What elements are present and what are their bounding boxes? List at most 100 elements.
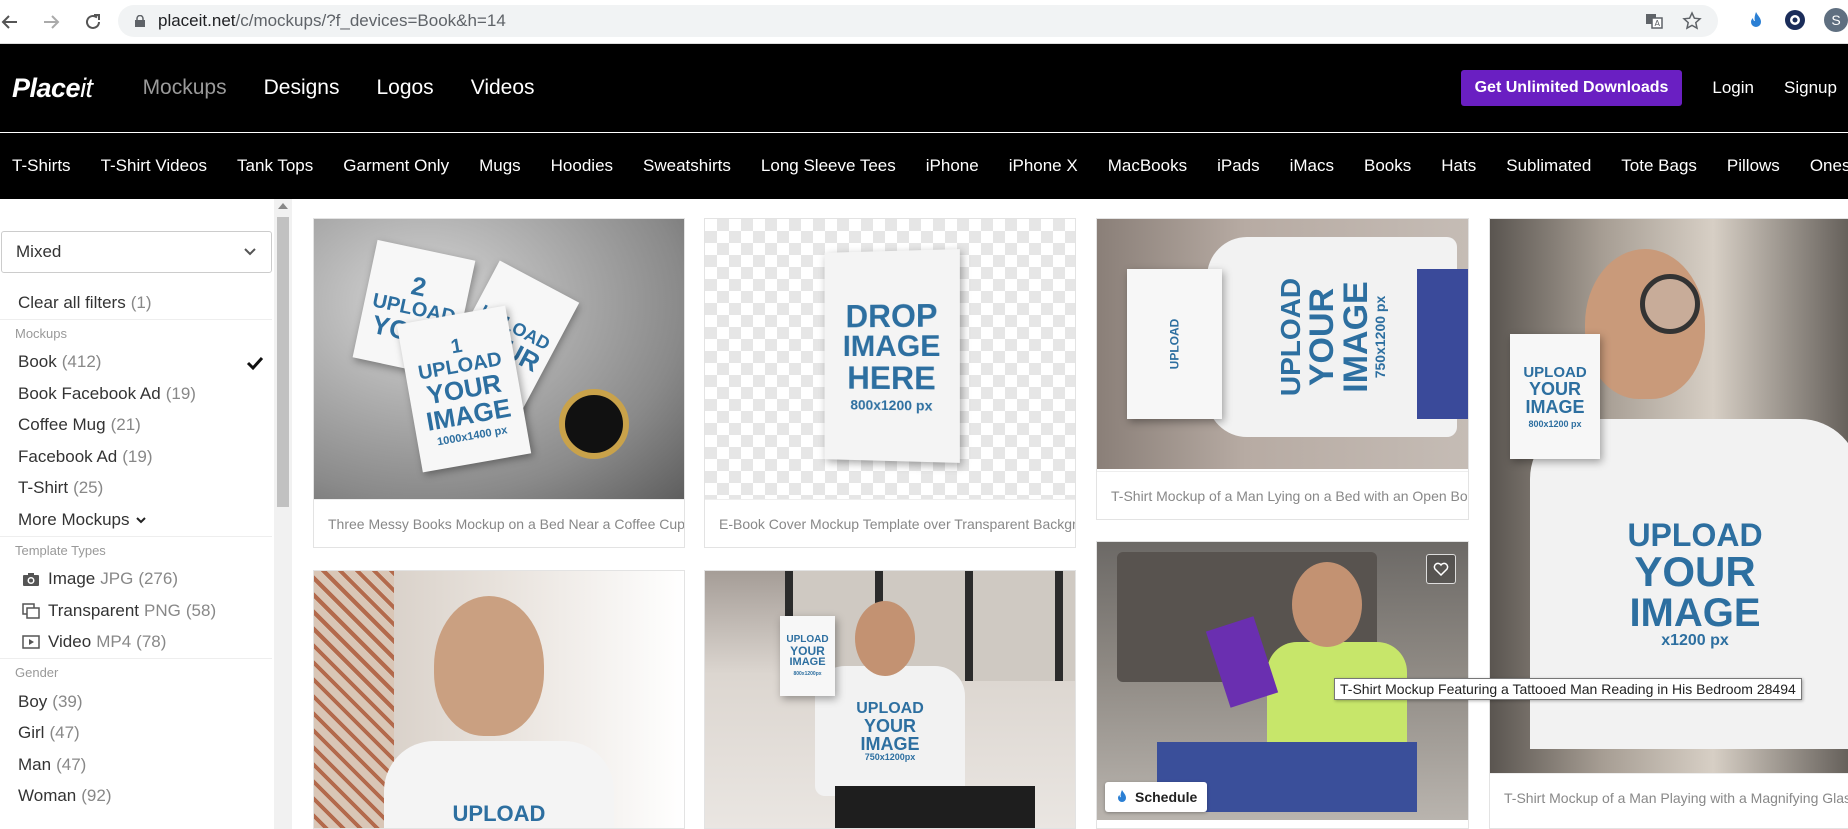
tiled-wall: [314, 571, 394, 828]
book-mockup: UPLOAD YOUR IMAGE 800x1200 px: [1510, 334, 1600, 459]
video-icon: [22, 635, 40, 649]
nav-mockups[interactable]: Mockups: [143, 76, 227, 100]
filter-transparent-png[interactable]: Transparent PNG (58): [0, 595, 272, 627]
filter-count: (92): [81, 786, 112, 806]
nav-videos[interactable]: Videos: [471, 76, 535, 100]
category-garment-only[interactable]: Garment Only: [343, 156, 449, 176]
scrollbar-thumb[interactable]: [277, 217, 289, 507]
filter-facebook-ad[interactable]: Facebook Ad (19): [0, 441, 272, 473]
filter-video-mp4[interactable]: Video MP4 (78): [0, 627, 272, 659]
category-books[interactable]: Books: [1364, 156, 1411, 176]
mockup-caption[interactable]: Three Messy Books Mockup on a Bed Near a…: [314, 499, 684, 547]
category-long-sleeve-tees[interactable]: Long Sleeve Tees: [761, 156, 896, 176]
mockup-caption[interactable]: T-Shirt Mockup of a Man Lying on a Bed w…: [1097, 471, 1468, 519]
book-size: 800x1200px: [793, 671, 822, 677]
category-hats[interactable]: Hats: [1441, 156, 1476, 176]
sort-select[interactable]: Mixed: [1, 231, 272, 273]
mockup-caption[interactable]: E-Book Cover Mockup Template over Transp…: [705, 499, 1075, 547]
category-mugs[interactable]: Mugs: [479, 156, 521, 176]
shirt-print: UPLOAD YOUR IMAGE 750x1200 px: [1274, 277, 1388, 397]
filter-girl[interactable]: Girl (47): [0, 718, 272, 750]
filter-coffee-mug[interactable]: Coffee Mug (21): [0, 410, 272, 442]
profile-avatar[interactable]: S: [1824, 8, 1848, 32]
mockup-thumbnail[interactable]: UPLOAD: [314, 571, 684, 828]
scroll-up-arrow-icon[interactable]: [278, 203, 288, 209]
shirt-text: UPLOAD: [452, 801, 546, 826]
gender-heading: Gender: [0, 658, 272, 686]
book-text: YOUR: [1528, 378, 1581, 399]
mockup-card[interactable]: UPLOAD YOUR IMAGE 750x1200 px UPLOAD T-S…: [1096, 218, 1469, 520]
schedule-label: Schedule: [1135, 789, 1198, 805]
category-ipads[interactable]: iPads: [1217, 156, 1260, 176]
shirt-text: YOUR: [1634, 548, 1756, 595]
category-sublimated[interactable]: Sublimated: [1506, 156, 1591, 176]
star-icon[interactable]: [1682, 11, 1702, 31]
mockup-card[interactable]: DROP IMAGE HERE 800x1200 px E-Book Cover…: [704, 218, 1076, 548]
mockup-card[interactable]: UPLOAD YOUR IMAGE x1200 px UPLOAD YOUR I…: [1489, 218, 1848, 829]
category-imacs[interactable]: iMacs: [1290, 156, 1334, 176]
mockup-thumbnail[interactable]: UPLOAD YOUR IMAGE 750x1200px UPLOAD YOUR…: [705, 571, 1075, 828]
filter-count: (19): [165, 383, 196, 403]
filter-t-shirt[interactable]: T-Shirt (25): [0, 473, 272, 505]
filter-man[interactable]: Man (47): [0, 749, 272, 781]
mockup-thumbnail[interactable]: 2 UPLOAD YOUR UPLOAD YOUR 1 UPLOAD YOUR …: [314, 219, 684, 499]
checkmark-icon: [246, 356, 264, 370]
extension-flame-icon[interactable]: [1746, 10, 1766, 30]
category-t-shirts[interactable]: T-Shirts: [12, 156, 71, 176]
shirt-text: UPLOAD: [1274, 277, 1306, 397]
category-onesies[interactable]: Onesies: [1810, 156, 1848, 176]
filter-image-jpg[interactable]: Image JPG (276): [0, 564, 272, 596]
extension-eye-icon[interactable]: [1784, 9, 1806, 31]
category-pillows[interactable]: Pillows: [1727, 156, 1780, 176]
schedule-button[interactable]: Schedule: [1105, 782, 1208, 812]
reload-button[interactable]: [78, 7, 108, 37]
filter-book-facebook-ad[interactable]: Book Facebook Ad (19): [0, 378, 272, 410]
mockup-thumbnail[interactable]: DROP IMAGE HERE 800x1200 px: [705, 219, 1075, 499]
category-bar: T-Shirts T-Shirt Videos Tank Tops Garmen…: [0, 133, 1848, 199]
category-iphone-x[interactable]: iPhone X: [1009, 156, 1078, 176]
sidebar-scrollbar[interactable]: [274, 199, 292, 829]
filter-boy[interactable]: Boy (39): [0, 686, 272, 718]
logo-it: it: [80, 72, 93, 103]
signup-link[interactable]: Signup: [1784, 78, 1848, 98]
filter-count: (58): [185, 600, 217, 620]
placeit-logo[interactable]: Placeit: [12, 73, 93, 104]
translate-icon[interactable]: A: [1644, 11, 1664, 31]
more-mockups-toggle[interactable]: More Mockups: [0, 504, 272, 536]
category-tank-tops[interactable]: Tank Tops: [237, 156, 313, 176]
filter-label: Boy: [18, 691, 48, 711]
category-tote-bags[interactable]: Tote Bags: [1621, 156, 1697, 176]
url-text[interactable]: placeit.net/c/mockups/?f_devices=Book&h=…: [158, 11, 506, 31]
category-hoodies[interactable]: Hoodies: [551, 156, 613, 176]
jeans: [1417, 269, 1468, 419]
book-mockup: UPLOAD: [1127, 269, 1222, 419]
address-bar[interactable]: placeit.net/c/mockups/?f_devices=Book&h=…: [118, 5, 1718, 37]
mockup-card[interactable]: UPLOAD: [313, 570, 685, 829]
mockup-card[interactable]: 2 UPLOAD YOUR UPLOAD YOUR 1 UPLOAD YOUR …: [313, 218, 685, 548]
forward-button[interactable]: [36, 7, 66, 37]
filter-count: (39): [52, 691, 83, 711]
mockup-caption[interactable]: T-Shirt Mockup of a Man Playing with a M…: [1490, 773, 1848, 821]
category-macbooks[interactable]: MacBooks: [1108, 156, 1187, 176]
category-sweatshirts[interactable]: Sweatshirts: [643, 156, 731, 176]
back-button[interactable]: [0, 7, 20, 37]
pants: [835, 786, 1035, 828]
login-link[interactable]: Login: [1712, 78, 1754, 98]
shirt-text: IMAGE: [1336, 281, 1375, 393]
category-t-shirt-videos[interactable]: T-Shirt Videos: [101, 156, 207, 176]
person-head: [434, 596, 544, 736]
card-tooltip: T-Shirt Mockup Featuring a Tattooed Man …: [1334, 678, 1802, 700]
favorite-button[interactable]: [1426, 554, 1456, 584]
mockup-thumbnail[interactable]: UPLOAD YOUR IMAGE 750x1200 px UPLOAD: [1097, 219, 1468, 469]
nav-designs[interactable]: Designs: [264, 76, 340, 100]
shirt-text: IMAGE: [1629, 591, 1761, 635]
filter-book[interactable]: Book (412): [0, 347, 272, 379]
category-iphone[interactable]: iPhone: [926, 156, 979, 176]
filter-woman[interactable]: Woman (92): [0, 781, 272, 813]
nav-logos[interactable]: Logos: [376, 76, 433, 100]
transparent-icon: [22, 603, 40, 619]
clear-all-filters[interactable]: Clear all filters (1): [0, 287, 272, 319]
get-unlimited-downloads-button[interactable]: Get Unlimited Downloads: [1460, 70, 1683, 106]
mockup-card[interactable]: UPLOAD YOUR IMAGE 750x1200px UPLOAD YOUR…: [704, 570, 1076, 829]
chevron-down-icon: [244, 248, 256, 256]
